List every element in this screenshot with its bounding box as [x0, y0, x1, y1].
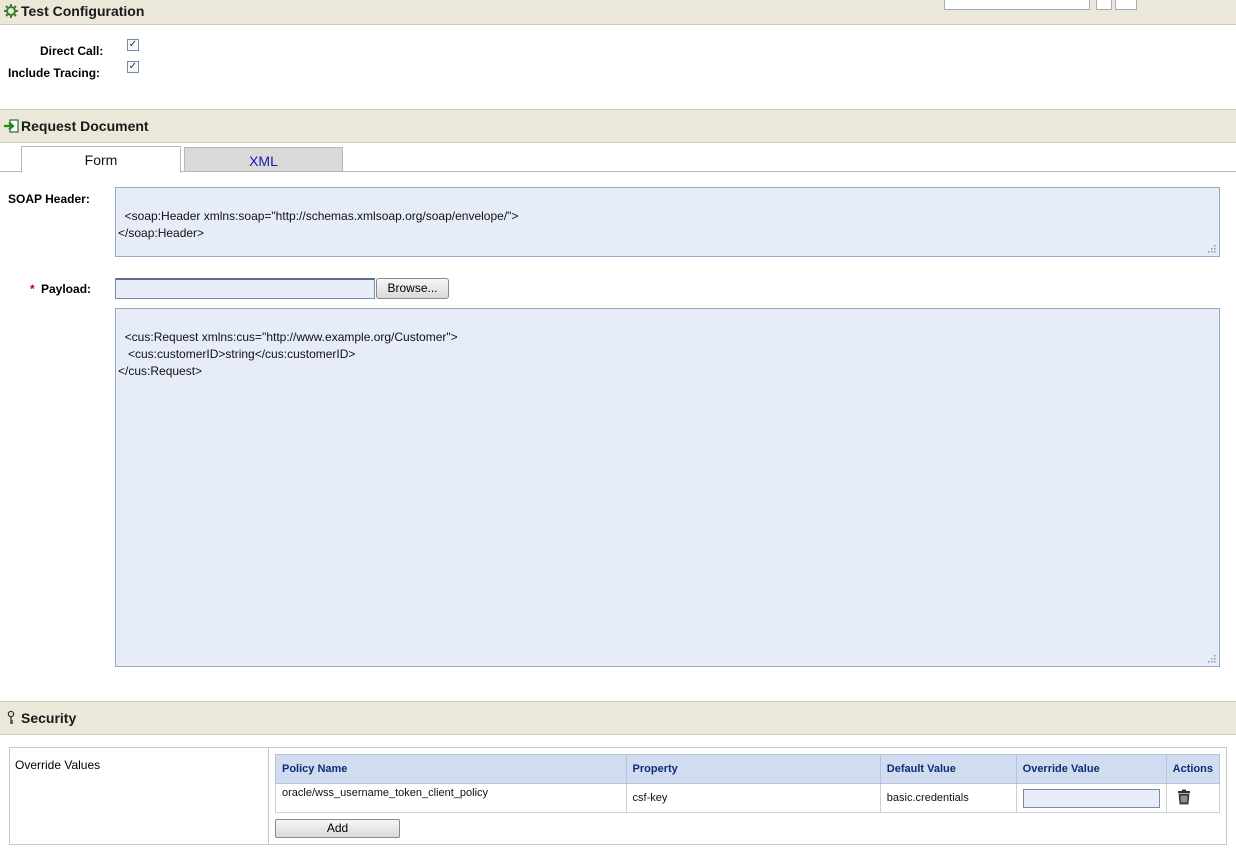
test-configuration-title: Test Configuration	[21, 3, 145, 19]
direct-call-checkbox[interactable]: ✓	[127, 39, 139, 51]
delete-trash-icon[interactable]	[1177, 789, 1191, 808]
override-values-label: Override Values	[15, 758, 101, 772]
policy-table-header-row: Policy Name Property Default Value Overr…	[275, 754, 1221, 784]
tab-form[interactable]: Form	[21, 146, 181, 173]
soap-header-textarea[interactable]: <soap:Header xmlns:soap="http://schemas.…	[115, 187, 1220, 257]
table-row: oracle/wss_username_token_client_policy …	[275, 783, 1221, 813]
include-tracing-label: Include Tracing:	[8, 66, 101, 80]
policy-name-cell: oracle/wss_username_token_client_policy	[275, 783, 627, 813]
payload-label: Payload:	[41, 282, 92, 296]
resize-grip-icon[interactable]	[1207, 654, 1216, 663]
header-toolbar-field[interactable]	[944, 0, 1090, 10]
override-value-input[interactable]	[1022, 788, 1160, 808]
header-toolbar-button-2[interactable]	[1115, 0, 1137, 10]
import-arrow-icon	[3, 118, 19, 134]
policy-table: Policy Name Property Default Value Overr…	[275, 754, 1221, 813]
actions-cell	[1165, 783, 1221, 813]
resize-grip-icon[interactable]	[1207, 244, 1216, 253]
browse-button[interactable]: Browse...	[376, 278, 449, 299]
column-header-default-value[interactable]: Default Value	[879, 754, 1017, 784]
column-header-policy-name[interactable]: Policy Name	[275, 754, 627, 784]
column-header-actions[interactable]: Actions	[1165, 754, 1221, 784]
key-icon	[3, 710, 19, 726]
soap-header-label: SOAP Header:	[8, 192, 90, 206]
property-cell: csf-key	[625, 783, 881, 813]
header-toolbar-button[interactable]	[1096, 0, 1112, 10]
column-header-property[interactable]: Property	[625, 754, 881, 784]
add-button[interactable]: Add	[275, 819, 400, 838]
override-value-cell	[1015, 783, 1167, 813]
security-title: Security	[21, 710, 77, 726]
soap-header-text: <soap:Header xmlns:soap="http://schemas.…	[118, 209, 519, 240]
direct-call-label: Direct Call:	[40, 44, 104, 58]
default-value-cell: basic.credentials	[879, 783, 1017, 813]
override-values-divider	[268, 747, 269, 845]
column-header-override-value[interactable]: Override Value	[1015, 754, 1167, 784]
request-document-title: Request Document	[21, 118, 149, 134]
gear-icon	[3, 3, 19, 19]
security-header: Security	[0, 701, 1236, 735]
test-configuration-header: Test Configuration	[0, 0, 1236, 25]
payload-required-marker: *	[30, 282, 35, 296]
payload-textarea[interactable]: <cus:Request xmlns:cus="http://www.examp…	[115, 308, 1220, 667]
payload-text: <cus:Request xmlns:cus="http://www.examp…	[118, 330, 458, 378]
tab-xml[interactable]: XML	[184, 147, 343, 172]
include-tracing-checkbox[interactable]: ✓	[127, 61, 139, 73]
request-document-header: Request Document	[0, 109, 1236, 143]
payload-file-input[interactable]	[115, 278, 375, 299]
